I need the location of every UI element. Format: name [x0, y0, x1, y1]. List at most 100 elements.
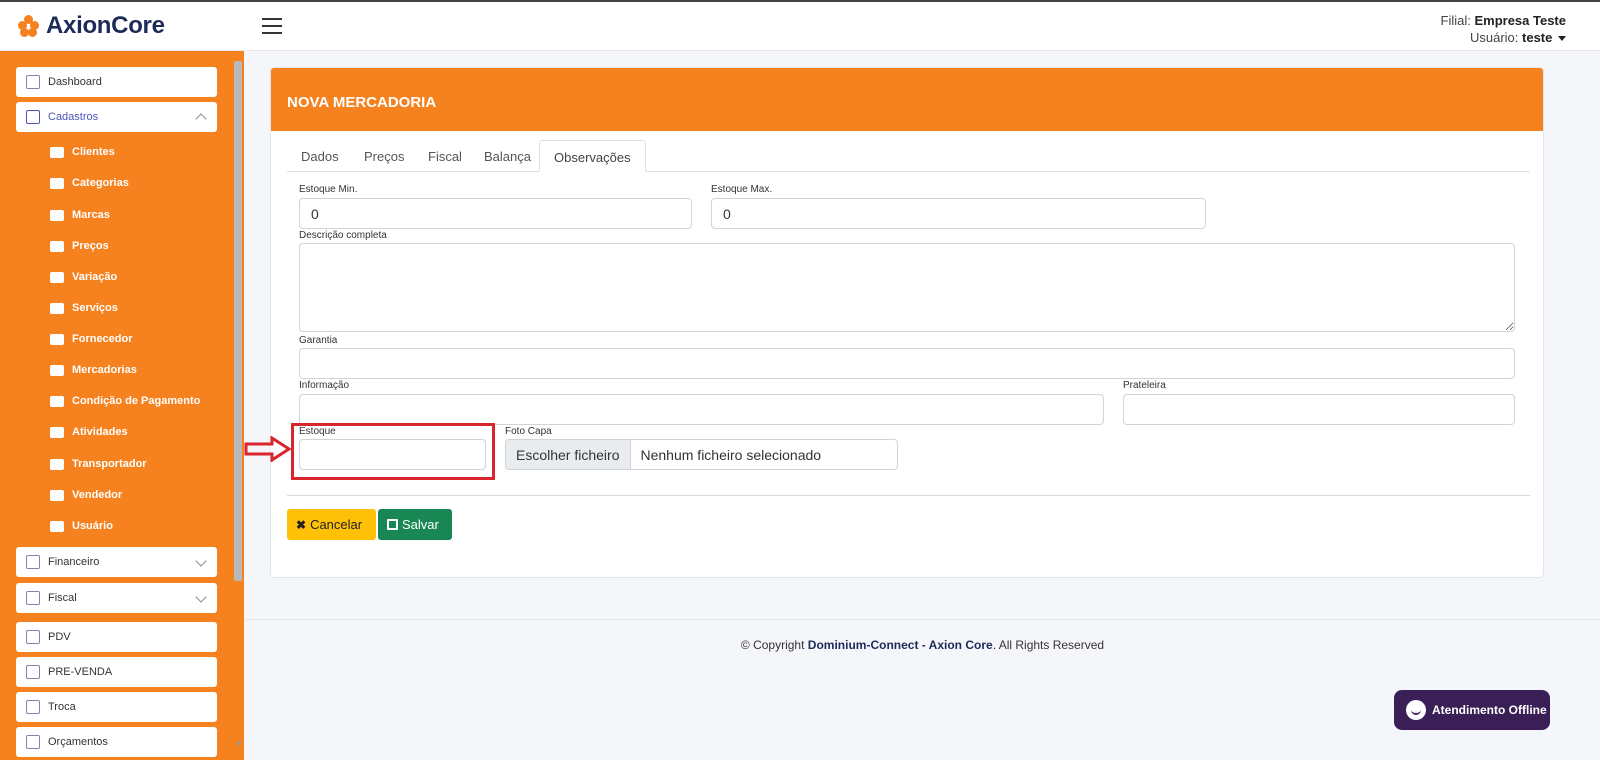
sidebar-item-clientes[interactable]: Clientes — [50, 146, 115, 158]
cart-icon — [26, 665, 40, 679]
sidebar-item-label: Clientes — [72, 146, 115, 158]
tag-icon — [50, 209, 64, 221]
sidebar-item-label: Financeiro — [48, 556, 100, 568]
cart-icon — [26, 700, 40, 714]
sidebar-item-transportador[interactable]: Transportador — [50, 458, 147, 470]
sidebar-item-label: Preços — [72, 240, 109, 252]
sidebar-item-label: Fiscal — [48, 592, 77, 604]
chat-label: Atendimento Offline — [1432, 703, 1547, 717]
sidebar-item-orcamentos[interactable]: Orçamentos — [16, 727, 217, 757]
tab-precos[interactable]: Preços — [350, 140, 418, 172]
user-circle-icon — [50, 520, 64, 532]
sidebar-item-fiscal[interactable]: Fiscal — [16, 583, 217, 613]
copyright-prefix: © Copyright — [740, 638, 805, 652]
filial-value: Empresa Teste — [1474, 13, 1566, 28]
informacao-input[interactable] — [299, 394, 1104, 425]
sidebar-item-atividades[interactable]: Atividades — [50, 426, 128, 438]
cart-icon — [50, 489, 64, 501]
sidebar-item-cadastros[interactable]: Cadastros — [16, 102, 217, 132]
sidebar-item-label: Orçamentos — [48, 736, 108, 748]
sidebar-item-label: Transportador — [72, 458, 147, 470]
tab-observacoes[interactable]: Observações — [539, 140, 646, 172]
sidebar-item-financeiro[interactable]: Financeiro — [16, 547, 217, 577]
estoque-max-label: Estoque Max. — [711, 184, 773, 195]
estoque-min-input[interactable] — [299, 198, 692, 229]
calculator-icon — [26, 555, 40, 569]
sidebar-item-fornecedor[interactable]: Fornecedor — [50, 333, 133, 345]
arrow-right-icon — [244, 436, 292, 462]
sidebar-item-pre-venda[interactable]: PRE-VENDA — [16, 657, 217, 687]
user-info: Filial: Empresa Teste Usuário: teste — [1440, 12, 1566, 46]
close-icon: ✖ — [296, 517, 307, 532]
tab-dados[interactable]: Dados — [287, 140, 353, 172]
sidebar-item-categorias[interactable]: Categorias — [50, 177, 129, 189]
descricao-textarea[interactable] — [299, 243, 1515, 332]
chevron-down-icon — [195, 555, 207, 567]
tab-bar: Dados Preços Fiscal Balança Observações — [287, 140, 1530, 172]
sidebar-item-troca[interactable]: Troca — [16, 692, 217, 722]
sidebar-item-label: Condição de Pagamento — [72, 395, 201, 407]
sidebar-item-variacao[interactable]: Variação — [50, 271, 117, 283]
product-form-card: NOVA MERCADORIA Dados Preços Fiscal Bala… — [270, 67, 1544, 578]
cancel-button[interactable]: ✖ Cancelar — [287, 509, 376, 540]
page-title: NOVA MERCADORIA — [271, 68, 1543, 131]
chat-support-button[interactable]: Atendimento Offline — [1394, 690, 1550, 730]
prateleira-label: Prateleira — [1123, 380, 1166, 391]
chat-icon — [1406, 700, 1426, 720]
logo-icon — [18, 15, 40, 37]
caret-down-icon — [1558, 36, 1566, 42]
truck-icon — [50, 333, 64, 345]
sidebar-item-servicos[interactable]: Serviços — [50, 302, 118, 314]
copyright-brand: Dominium-Connect - Axion Core — [807, 638, 993, 652]
sidebar-item-precos[interactable]: Preços — [50, 240, 109, 252]
tab-fiscal[interactable]: Fiscal — [414, 140, 476, 172]
sidebar-item-vendedor[interactable]: Vendedor — [50, 489, 122, 501]
sidebar-item-dashboard[interactable]: Dashboard — [16, 67, 217, 97]
calculator-icon — [26, 110, 40, 124]
usuario-value: teste — [1522, 30, 1553, 45]
sidebar-item-pdv[interactable]: PDV — [16, 622, 217, 652]
sidebar-item-label: Variação — [72, 271, 118, 283]
user-dropdown[interactable]: Usuário: teste — [1441, 29, 1566, 46]
sidebar-item-label: PDV — [48, 631, 71, 643]
tab-balanca[interactable]: Balança — [470, 140, 545, 172]
save-label: Salvar — [402, 517, 439, 532]
filial-label: Filial: — [1440, 13, 1471, 28]
sidebar-item-marcas[interactable]: Marcas — [50, 209, 110, 221]
money-icon — [50, 240, 64, 252]
scroll-down-icon[interactable]: ▼ — [235, 739, 243, 748]
dashboard-icon — [26, 75, 40, 89]
brand-name: AxionCore — [46, 12, 165, 39]
sidebar-item-label: Cadastros — [48, 111, 99, 123]
sidebar-item-label: Marcas — [72, 209, 110, 221]
sidebar-item-mercadorias[interactable]: Mercadorias — [50, 364, 137, 376]
garantia-input[interactable] — [299, 348, 1515, 379]
cancel-label: Cancelar — [310, 517, 363, 532]
box-icon — [50, 364, 64, 376]
sidebar-item-condicao-pagamento[interactable]: Condição de Pagamento — [50, 395, 200, 407]
user-plus-icon — [50, 146, 64, 158]
choose-file-button[interactable]: Escolher ficheiro — [506, 440, 631, 469]
cube-icon — [50, 271, 64, 283]
sidebar-scrollbar[interactable] — [234, 61, 242, 581]
document-icon — [26, 591, 40, 605]
top-header: AxionCore Filial: Empresa Teste Usuário:… — [0, 0, 1600, 51]
estoque-max-input[interactable] — [711, 198, 1206, 229]
sidebar-item-usuario[interactable]: Usuário — [50, 520, 113, 532]
table-icon — [50, 395, 64, 407]
sidebar-item-label: Fornecedor — [72, 333, 133, 345]
app-logo[interactable]: AxionCore — [18, 12, 165, 40]
copyright-suffix: . All Rights Reserved — [992, 638, 1105, 652]
foto-capa-file-input[interactable]: Escolher ficheiro Nenhum ficheiro seleci… — [505, 439, 898, 470]
floppy-disk-icon — [387, 519, 398, 530]
save-button[interactable]: Salvar — [378, 509, 452, 540]
list-icon — [50, 177, 64, 189]
foto-capa-label: Foto Capa — [505, 426, 552, 437]
sidebar-item-label: Mercadorias — [72, 364, 137, 376]
estoque-min-label: Estoque Min. — [299, 184, 358, 195]
menu-toggle-icon[interactable] — [262, 18, 282, 34]
sidebar: Dashboard Cadastros Clientes Categorias … — [0, 51, 244, 760]
sidebar-item-label: PRE-VENDA — [48, 666, 113, 678]
garantia-label: Garantia — [299, 335, 338, 346]
prateleira-input[interactable] — [1123, 394, 1515, 425]
